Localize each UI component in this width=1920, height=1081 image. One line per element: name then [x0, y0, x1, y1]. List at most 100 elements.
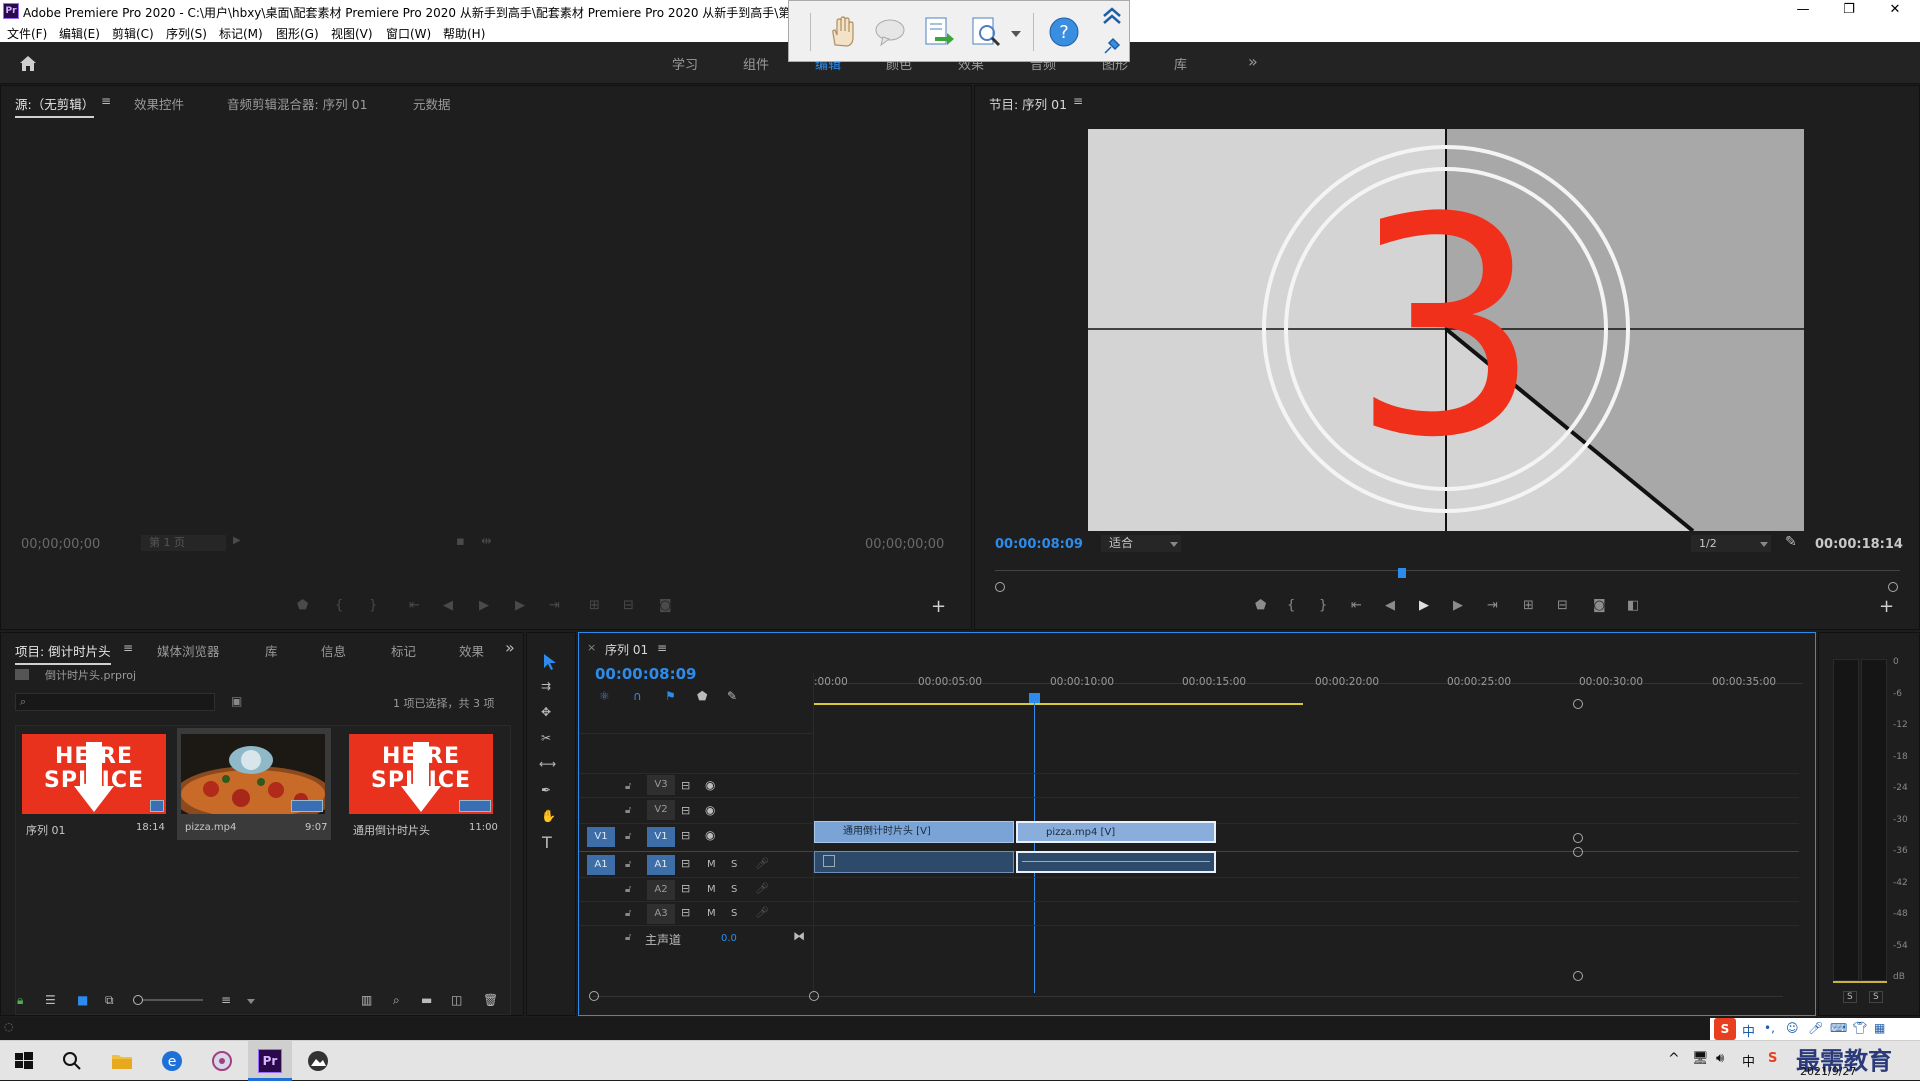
program-timecode[interactable]: 00:00:08:09 [995, 537, 1083, 552]
solo-button[interactable]: S [731, 884, 737, 895]
freeform-view-icon[interactable]: ⧉ [105, 993, 114, 1008]
source-patch-v1[interactable]: V1 [587, 827, 615, 847]
settings-icon[interactable]: ▪ [456, 534, 465, 549]
lock-icon[interactable]: 🔓︎ [625, 781, 631, 792]
photos-app-icon[interactable] [306, 1049, 330, 1073]
menu-edit[interactable]: 编辑(E) [59, 25, 100, 42]
zoom-handle-right[interactable] [1888, 582, 1898, 592]
vertical-zoom-handle[interactable] [1573, 971, 1583, 981]
play-arrow-icon[interactable]: ▶ [233, 535, 241, 546]
play-icon[interactable]: ▶ [1419, 598, 1429, 613]
lift-icon[interactable]: ⊞ [1523, 598, 1534, 613]
trash-icon[interactable]: 🗑︎ [483, 993, 498, 1007]
workspace-learn[interactable]: 学习 [672, 54, 698, 73]
eye-icon[interactable]: ◉ [705, 828, 715, 842]
step-back-icon[interactable]: ◀ [1385, 598, 1395, 613]
overwrite-clip-icon[interactable]: ⊟ [623, 598, 634, 613]
collapse-up-icon[interactable] [1101, 5, 1123, 27]
ripple-edit-tool-icon[interactable]: ✥ [541, 705, 551, 719]
workspace-libraries[interactable]: 库 [1174, 54, 1187, 73]
camera-icon[interactable]: ◙ [659, 598, 672, 613]
app-icon[interactable] [210, 1049, 234, 1073]
tab-sequence[interactable]: 序列 01 [605, 641, 648, 658]
tab-effects[interactable]: 效果 [459, 641, 484, 660]
panel-menu-icon[interactable]: ≡ [123, 641, 133, 655]
lock-icon[interactable]: 🔓︎ [625, 859, 631, 870]
play-icon[interactable]: ▶ [479, 598, 489, 613]
zoom-slider[interactable] [133, 995, 203, 1005]
solo-button[interactable]: S [731, 908, 737, 919]
add-marker-icon[interactable]: ⬟ [297, 598, 308, 613]
eye-icon[interactable]: ◉ [705, 778, 715, 792]
microphone-icon[interactable]: 🎤︎ [755, 857, 769, 870]
clip-pizza-audio[interactable] [1016, 851, 1216, 873]
work-area-bar[interactable] [813, 703, 1303, 705]
track-label-a2[interactable]: A2 [647, 880, 675, 900]
razor-tool-icon[interactable]: ✂ [541, 731, 551, 745]
taskbar-active-item[interactable]: Pr [248, 1041, 292, 1081]
lock-icon[interactable]: 🔓︎ [625, 908, 631, 919]
master-volume-value[interactable]: 0.0 [721, 933, 737, 944]
lock-icon[interactable]: 🔓︎ [625, 884, 631, 895]
add-marker-icon[interactable]: ⬟ [697, 689, 707, 703]
microphone-icon[interactable]: 🎤︎ [755, 882, 769, 895]
pin-icon[interactable] [1101, 37, 1123, 57]
hand-tool-icon[interactable]: ✋ [541, 809, 556, 823]
new-item-icon[interactable]: ◫ [451, 993, 462, 1007]
mark-in-icon[interactable]: { [1287, 598, 1295, 613]
go-to-in-icon[interactable]: ⇤ [409, 598, 420, 613]
mark-in-icon[interactable]: { [335, 598, 343, 613]
tab-source[interactable]: 源:（无剪辑） [15, 94, 95, 118]
mute-button[interactable]: M [707, 884, 716, 895]
mark-out-icon[interactable]: } [1319, 598, 1327, 613]
lock-icon[interactable]: 🔒︎ [17, 993, 23, 1008]
tab-info[interactable]: 信息 [321, 641, 346, 660]
panel-menu-icon[interactable]: ≡ [1073, 94, 1083, 108]
close-button[interactable]: ✕ [1872, 0, 1918, 22]
menu-graphics[interactable]: 图形(G) [276, 25, 319, 42]
panel-menu-icon[interactable]: ≡ [101, 94, 111, 108]
ime-punctuation-icon[interactable]: •, [1764, 1021, 1775, 1035]
tab-media-browser[interactable]: 媒体浏览器 [157, 641, 220, 660]
add-button-icon[interactable]: + [1879, 596, 1894, 617]
timeline-timecode[interactable]: 00:00:08:09 [595, 665, 697, 683]
tab-libraries[interactable]: 库 [265, 641, 278, 660]
compare-icon[interactable]: ◧ [1627, 598, 1639, 613]
sogou-tray-icon[interactable]: S [1768, 1051, 1777, 1066]
tab-markers[interactable]: 标记 [391, 641, 416, 660]
menu-file[interactable]: 文件(F) [7, 25, 47, 42]
vertical-zoom-handle[interactable] [1573, 699, 1583, 709]
horizontal-scrollbar[interactable] [593, 996, 1783, 997]
ime-keyboard-icon[interactable]: ⌨ [1830, 1021, 1847, 1035]
windows-start-icon[interactable] [12, 1049, 36, 1073]
program-time-ruler[interactable] [995, 568, 1900, 592]
tab-program[interactable]: 节目: 序列 01 [989, 94, 1067, 113]
clip-countdown-audio[interactable] [814, 851, 1014, 873]
step-back-icon[interactable]: ◀ [443, 598, 453, 613]
chevron-down-icon[interactable] [1011, 31, 1021, 37]
sync-lock-icon[interactable]: ⊟ [681, 779, 690, 792]
resolution-select[interactable]: 1/2 [1691, 535, 1771, 552]
new-bin-icon[interactable]: ▬ [421, 993, 432, 1007]
mark-out-icon[interactable]: } [369, 598, 377, 613]
tab-effect-controls[interactable]: 效果控件 [134, 94, 184, 113]
source-timecode-left[interactable]: 00;00;00;00 [21, 537, 100, 552]
h-zoom-handle-right[interactable] [809, 991, 819, 1001]
page-select[interactable]: 第 1 页 [141, 535, 226, 551]
go-to-out-icon[interactable]: ⇥ [1487, 598, 1498, 613]
wrench-icon[interactable]: ✎ [727, 689, 737, 703]
icon-view-icon[interactable]: ■ [77, 993, 88, 1007]
insert-clip-icon[interactable]: ⊞ [589, 598, 600, 613]
snap-icon[interactable]: ∩ [633, 689, 642, 703]
chevron-down-icon[interactable] [247, 999, 255, 1004]
type-tool-icon[interactable]: T [542, 833, 552, 852]
track-label-v2[interactable]: V2 [647, 800, 675, 820]
step-forward-icon[interactable]: ▶ [515, 598, 525, 613]
slip-tool-icon[interactable]: ⟷ [539, 757, 556, 771]
menu-view[interactable]: 视图(V) [331, 25, 373, 42]
sync-lock-icon[interactable]: ⊟ [681, 804, 690, 817]
tab-project[interactable]: 项目: 倒计时片头 [15, 641, 111, 665]
search-icon[interactable] [60, 1049, 84, 1073]
track-label-a3[interactable]: A3 [647, 904, 675, 924]
sync-lock-icon[interactable]: ⊟ [681, 829, 690, 842]
